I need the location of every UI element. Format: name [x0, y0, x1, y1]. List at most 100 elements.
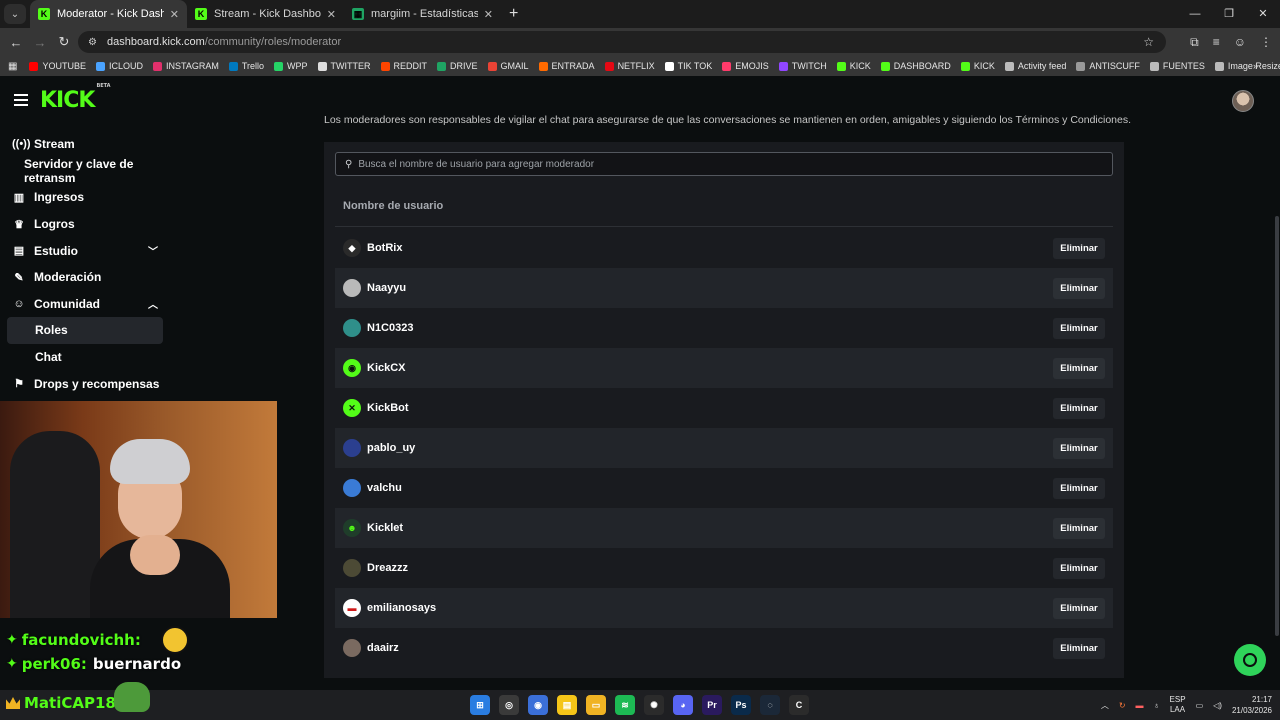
back-icon[interactable]: ←	[4, 35, 28, 50]
minimize-button[interactable]: —	[1178, 0, 1212, 28]
capcut-icon[interactable]: C	[789, 695, 809, 715]
browser-tab[interactable]: K Moderator - Kick Dashboard ✕	[30, 0, 187, 28]
bookmark-item[interactable]: Trello	[228, 61, 264, 71]
remove-moderator-button[interactable]: Eliminar	[1053, 598, 1105, 619]
url-field[interactable]: ⚙ dashboard.kick.com/community/roles/mod…	[78, 31, 1166, 53]
more-bookmarks-icon[interactable]: »	[1253, 61, 1258, 71]
bookmark-item[interactable]: DRIVE	[437, 61, 478, 71]
steam-icon[interactable]: ◌	[760, 695, 780, 715]
remove-moderator-button[interactable]: Eliminar	[1053, 398, 1105, 419]
folder-icon[interactable]: ▭	[586, 695, 606, 715]
remove-moderator-button[interactable]: Eliminar	[1053, 638, 1105, 659]
sidebar-item-moderacion[interactable]: ✎ Moderación	[0, 264, 170, 291]
apps-grid-icon[interactable]: ▦	[8, 61, 17, 72]
bookmark-item[interactable]: FUENTES	[1149, 61, 1205, 71]
chatgpt-icon[interactable]: ✺	[644, 695, 664, 715]
moderator-username[interactable]: daairz	[367, 642, 399, 654]
flag-icon[interactable]: ▬	[1136, 701, 1144, 710]
volume-icon[interactable]: ◁)	[1213, 701, 1222, 710]
moderator-username[interactable]: BotRix	[367, 242, 402, 254]
bookmark-item[interactable]: WPP	[274, 61, 308, 71]
bookmark-item[interactable]: REDDIT	[380, 61, 427, 71]
reload-icon[interactable]: ↻	[52, 34, 76, 50]
chevron-icon[interactable]: ︿	[148, 296, 158, 311]
remove-moderator-button[interactable]: Eliminar	[1053, 478, 1105, 499]
maximize-button[interactable]: ❐	[1212, 0, 1246, 28]
moderator-username[interactable]: KickCX	[367, 362, 406, 374]
photoshop-icon[interactable]: Ps	[731, 695, 751, 715]
media-icon[interactable]: ≡	[1213, 35, 1220, 49]
close-tab-icon[interactable]: ✕	[484, 8, 493, 21]
moderator-username[interactable]: Kicklet	[367, 522, 403, 534]
extensions-icon[interactable]: ⧉	[1190, 35, 1199, 50]
bookmark-item[interactable]: NETFLIX	[604, 61, 655, 71]
bookmark-item[interactable]: Activity feed	[1004, 61, 1066, 71]
browser-tab[interactable]: ▦ margiim - Estadísticas de Kick ✕	[344, 0, 501, 28]
moderator-username[interactable]: N1C0323	[367, 322, 413, 334]
clock[interactable]: 21:17 21/03/2026	[1232, 694, 1272, 716]
sidebar-item-comunidad[interactable]: ☺ Comunidad ︿	[0, 291, 170, 318]
bookmark-item[interactable]: GMAIL	[487, 61, 529, 71]
remove-moderator-button[interactable]: Eliminar	[1053, 278, 1105, 299]
display-icon[interactable]: ▭	[1196, 701, 1204, 710]
language-indicator[interactable]: ESP LAA	[1170, 695, 1186, 715]
moderator-username[interactable]: emilianosays	[367, 602, 436, 614]
bookmark-item[interactable]: EMOJIS	[722, 61, 769, 71]
moderator-username[interactable]: Naayyu	[367, 282, 406, 294]
remove-moderator-button[interactable]: Eliminar	[1053, 238, 1105, 259]
tray-chevron-icon[interactable]: ︿	[1101, 700, 1109, 711]
start-icon[interactable]: ⊞	[470, 695, 490, 715]
sidebar-item-logros[interactable]: ♛ Logros	[0, 211, 170, 238]
profile-icon[interactable]: ☺	[1234, 35, 1246, 49]
bookmark-item[interactable]: KICK	[960, 61, 995, 71]
bookmark-item[interactable]: TWITCH	[778, 61, 827, 71]
app-icon[interactable]: ◎	[499, 695, 519, 715]
mic-icon[interactable]: ♁	[1154, 701, 1160, 710]
chrome-icon[interactable]: ◉	[528, 695, 548, 715]
premiere-icon[interactable]: Pr	[702, 695, 722, 715]
sidebar-item-estudio[interactable]: ▤ Estudio ﹀	[0, 237, 170, 264]
bookmark-item[interactable]: ICLOUD	[95, 61, 143, 71]
remove-moderator-button[interactable]: Eliminar	[1053, 358, 1105, 379]
bookmark-item[interactable]: Image Resizer | Resi...	[1214, 61, 1280, 71]
page-scrollbar[interactable]	[1275, 216, 1279, 636]
discord-icon[interactable]: ◕	[673, 695, 693, 715]
browser-menu-icon[interactable]: ⋮	[1260, 35, 1272, 49]
sync-icon[interactable]: ↻	[1119, 701, 1126, 710]
add-moderator-search-input[interactable]: ⚲ Busca el nombre de usuario para agrega…	[335, 152, 1113, 176]
bookmark-item[interactable]: ANTISCUFF	[1076, 61, 1140, 71]
bookmark-item[interactable]: TWITTER	[317, 61, 371, 71]
moderator-username[interactable]: Dreazzz	[367, 562, 408, 574]
kick-logo[interactable]: KICKBETA	[40, 83, 111, 113]
user-avatar[interactable]	[1232, 90, 1254, 112]
hamburger-menu-icon[interactable]	[14, 94, 28, 109]
help-chat-button[interactable]	[1234, 644, 1266, 676]
spotify-icon[interactable]: ≋	[615, 695, 635, 715]
close-tab-icon[interactable]: ✕	[327, 8, 336, 21]
remove-moderator-button[interactable]: Eliminar	[1053, 558, 1105, 579]
sidebar-item-drops[interactable]: ⚑ Drops y recompensas	[0, 370, 170, 397]
bookmark-star-icon[interactable]: ☆	[1143, 35, 1154, 49]
notes-icon[interactable]: ▤	[557, 695, 577, 715]
browser-tab[interactable]: K Stream - Kick Dashboard ✕	[187, 0, 344, 28]
forward-icon[interactable]: →	[28, 35, 52, 50]
bookmark-item[interactable]: DASHBOARD	[880, 61, 951, 71]
bookmark-item[interactable]: YOUTUBE	[29, 61, 86, 71]
moderator-username[interactable]: pablo_uy	[367, 442, 415, 454]
bookmark-item[interactable]: ENTRADA	[538, 61, 595, 71]
bookmark-item[interactable]: INSTAGRAM	[152, 61, 219, 71]
remove-moderator-button[interactable]: Eliminar	[1053, 438, 1105, 459]
sidebar-item-servidor[interactable]: Servidor y clave de retransm	[0, 157, 170, 185]
sidebar-item-roles[interactable]: Roles	[7, 317, 163, 344]
new-tab-button[interactable]: +	[509, 5, 518, 23]
sidebar-item-stream[interactable]: ((•)) Stream	[0, 131, 170, 158]
tab-search-button[interactable]: ⌄	[4, 4, 26, 24]
remove-moderator-button[interactable]: Eliminar	[1053, 518, 1105, 539]
close-window-button[interactable]: ✕	[1246, 0, 1280, 28]
moderator-username[interactable]: valchu	[367, 482, 402, 494]
bookmark-item[interactable]: TIK TOK	[664, 61, 712, 71]
sidebar-item-chat[interactable]: Chat	[0, 344, 170, 371]
bookmark-item[interactable]: KICK	[836, 61, 871, 71]
chevron-icon[interactable]: ﹀	[148, 243, 158, 258]
remove-moderator-button[interactable]: Eliminar	[1053, 318, 1105, 339]
